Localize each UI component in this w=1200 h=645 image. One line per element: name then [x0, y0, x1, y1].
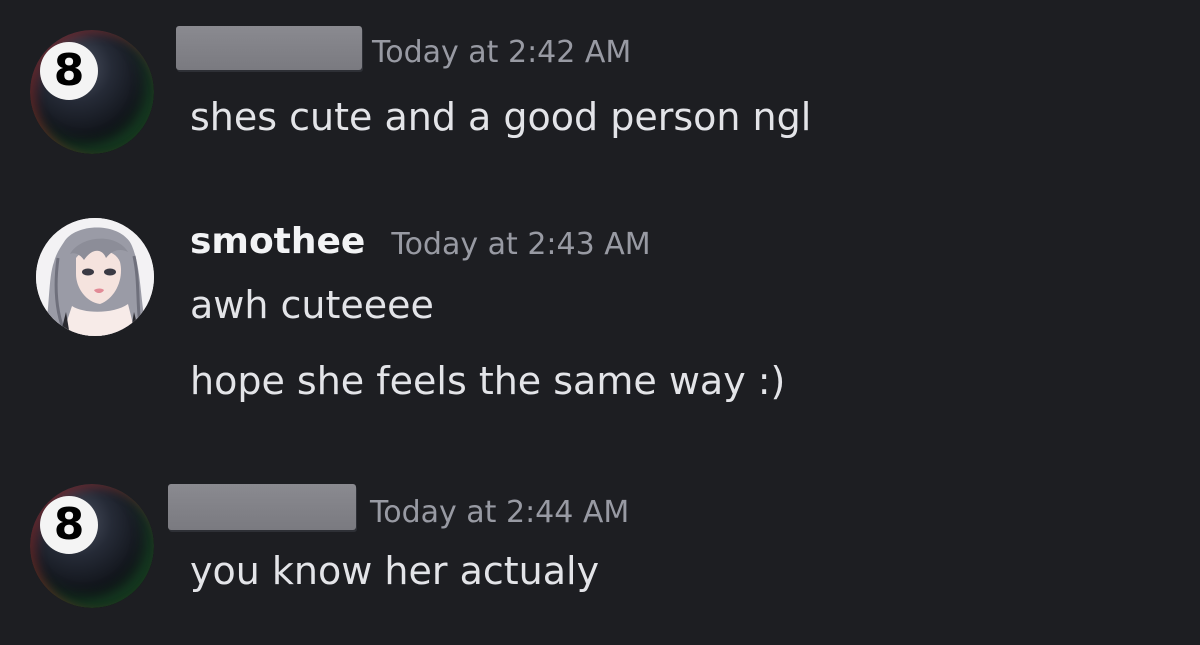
redacted-username[interactable] [168, 484, 356, 530]
redacted-username[interactable] [176, 26, 362, 70]
message-text: shes cute and a good person ngl [190, 95, 812, 139]
message-header: Today at 2:42 AM [176, 26, 631, 70]
message-text: hope she feels the same way :) [190, 359, 786, 403]
eight-ball-icon[interactable]: 8 [30, 484, 154, 608]
message-timestamp[interactable]: Today at 2:44 AM [370, 496, 629, 530]
message-header: Today at 2:44 AM [168, 484, 629, 530]
avatar-badge: 8 [40, 496, 98, 554]
message-header: smothee Today at 2:43 AM [190, 222, 651, 262]
username[interactable]: smothee [190, 222, 365, 262]
eight-ball-icon[interactable]: 8 [30, 30, 154, 154]
chat-view: 8 Today at 2:42 AM shes cute and a good … [0, 0, 1200, 645]
message-text: you know her actualy [190, 549, 600, 593]
anime-girl-avatar [36, 218, 154, 336]
user-avatar[interactable] [36, 218, 154, 336]
avatar-badge: 8 [40, 42, 98, 100]
message-text: awh cuteeee [190, 283, 434, 327]
message-timestamp[interactable]: Today at 2:42 AM [372, 36, 631, 70]
message-timestamp[interactable]: Today at 2:43 AM [391, 228, 650, 262]
